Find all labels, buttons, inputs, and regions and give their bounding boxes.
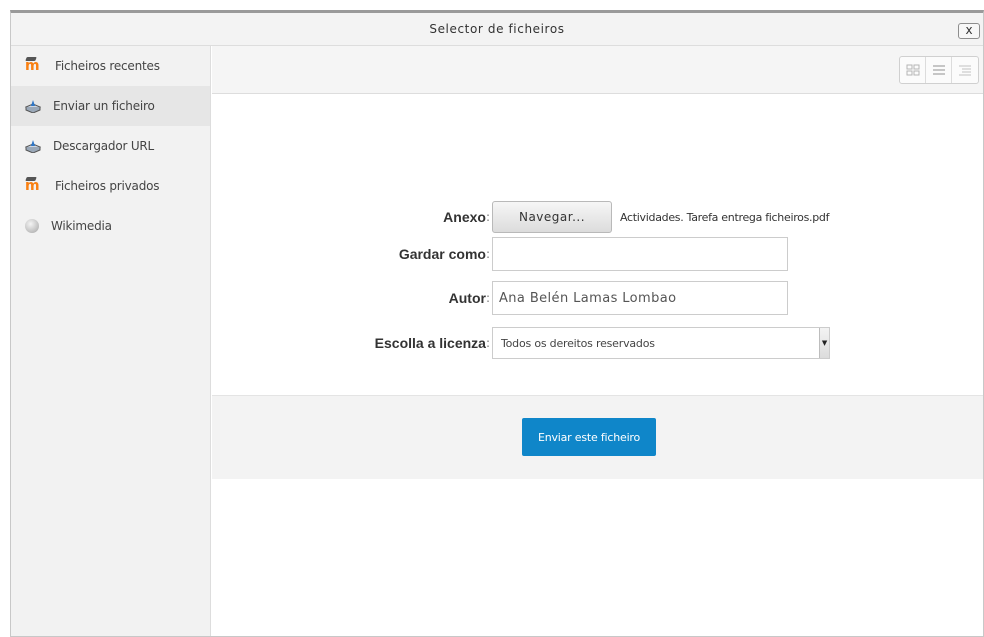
license-label: Escolla a licenza	[374, 335, 486, 351]
dialog-title: Selector de ficheiros	[429, 22, 565, 36]
close-icon: x	[965, 23, 973, 37]
attachment-row: Anexo : Navegar... Actividades. Tarefa e…	[212, 201, 829, 233]
save-as-input[interactable]	[492, 237, 788, 271]
sidebar-item-recent-files[interactable]: m Ficheiros recentes	[11, 46, 210, 86]
tree-view-button[interactable]	[952, 57, 978, 83]
save-as-label: Gardar como	[398, 246, 486, 262]
form-actions: Enviar este ficheiro	[212, 395, 983, 479]
upload-icon	[24, 99, 42, 114]
attachment-label: Anexo	[443, 209, 486, 225]
grid-view-icon	[906, 64, 919, 76]
upload-icon	[24, 139, 42, 154]
sidebar-item-label: Enviar un ficheiro	[53, 99, 155, 113]
label-colon: :	[485, 291, 490, 305]
dropdown-arrow-icon: ▼	[819, 328, 829, 358]
label-colon: :	[485, 210, 490, 224]
tree-view-icon	[959, 65, 971, 76]
backdrop-edge	[0, 0, 984, 9]
moodle-icon: m	[25, 178, 43, 194]
repository-sidebar: m Ficheiros recentes Enviar un ficheiro	[11, 46, 211, 636]
sidebar-item-label: Wikimedia	[51, 219, 112, 233]
sidebar-item-upload-file[interactable]: Enviar un ficheiro	[11, 86, 210, 126]
close-button[interactable]: x	[958, 23, 980, 39]
upload-file-button[interactable]: Enviar este ficheiro	[522, 418, 656, 456]
sidebar-item-label: Ficheiros privados	[55, 179, 160, 193]
upload-form-panel: Anexo : Navegar... Actividades. Tarefa e…	[212, 95, 983, 636]
moodle-icon: m	[25, 58, 43, 74]
grid-view-button[interactable]	[900, 57, 926, 83]
license-row: Escolla a licenza : Todos os dereitos re…	[212, 327, 830, 359]
sidebar-item-label: Descargador URL	[53, 139, 155, 153]
view-switcher	[899, 56, 979, 84]
browse-button[interactable]: Navegar...	[492, 201, 612, 233]
list-view-icon	[932, 65, 945, 75]
file-picker-dialog: Selector de ficheiros x m Ficheiros rece…	[10, 10, 984, 637]
file-toolbar	[212, 46, 983, 94]
globe-icon	[25, 219, 39, 233]
author-input[interactable]: Ana Belén Lamas Lombao	[492, 281, 788, 315]
label-colon: :	[485, 336, 490, 350]
save-as-row: Gardar como :	[212, 237, 788, 271]
sidebar-item-url-downloader[interactable]: Descargador URL	[11, 126, 210, 166]
list-view-button[interactable]	[926, 57, 952, 83]
selected-file-name: Actividades. Tarefa entrega ficheiros.pd…	[620, 210, 830, 224]
license-select[interactable]: Todos os dereitos reservados ▼	[492, 327, 830, 359]
sidebar-item-private-files[interactable]: m Ficheiros privados	[11, 166, 210, 206]
license-selected-value: Todos os dereitos reservados	[501, 336, 655, 350]
sidebar-item-label: Ficheiros recentes	[55, 59, 160, 73]
label-colon: :	[485, 247, 490, 261]
author-row: Autor : Ana Belén Lamas Lombao	[212, 281, 788, 315]
dialog-titlebar: Selector de ficheiros x	[11, 13, 983, 46]
author-label: Autor	[448, 290, 486, 306]
sidebar-item-wikimedia[interactable]: Wikimedia	[11, 206, 210, 246]
